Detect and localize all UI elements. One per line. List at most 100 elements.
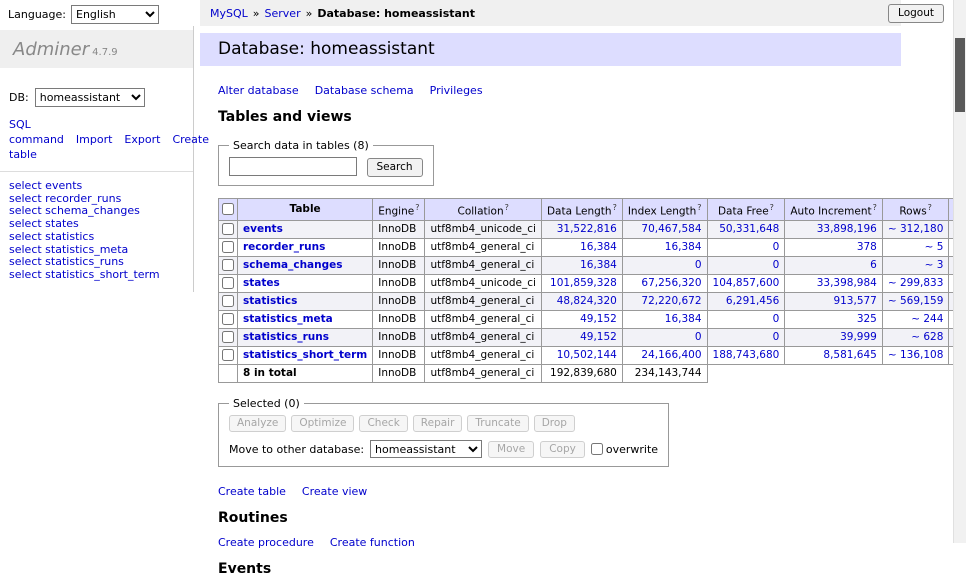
select-all-checkbox[interactable]: [222, 203, 234, 215]
overwrite-control[interactable]: overwrite: [591, 443, 658, 456]
auto-increment-link[interactable]: 33,398,984: [817, 277, 877, 289]
index-length-link[interactable]: 16,384: [665, 313, 702, 325]
db-link[interactable]: Privileges: [430, 84, 483, 97]
auto-increment-cell: 8,581,645: [785, 347, 883, 365]
create-link[interactable]: Create table: [218, 485, 286, 498]
row-checkbox[interactable]: [222, 313, 234, 325]
search-button[interactable]: Search: [367, 158, 423, 177]
tables-heading: Tables and views: [218, 109, 901, 125]
table-name-link[interactable]: recorder_runs: [243, 241, 325, 253]
index-length-link[interactable]: 72,220,672: [641, 295, 701, 307]
data-free-link[interactable]: 0: [773, 259, 780, 271]
data-free-link[interactable]: 6,291,456: [726, 295, 779, 307]
index-length-link[interactable]: 0: [695, 331, 702, 343]
auto-increment-link[interactable]: 378: [857, 241, 877, 253]
repair-button[interactable]: Repair: [413, 415, 463, 432]
row-checkbox[interactable]: [222, 259, 234, 271]
auto-increment-link[interactable]: 39,999: [840, 331, 877, 343]
auto-increment-link[interactable]: 6: [870, 259, 877, 271]
index-length-link[interactable]: 16,384: [665, 241, 702, 253]
collation-cell: utf8mb4_general_ci: [425, 293, 541, 311]
data-length-link[interactable]: 101,859,328: [550, 277, 617, 289]
selected-legend: Selected (0): [229, 397, 304, 410]
breadcrumb-link[interactable]: Server: [265, 7, 301, 20]
data-free-cell: 188,743,680: [707, 347, 785, 365]
auto-increment-link[interactable]: 8,581,645: [823, 349, 876, 361]
row-checkbox[interactable]: [222, 295, 234, 307]
breadcrumb-link[interactable]: MySQL: [210, 7, 248, 20]
row-checkbox[interactable]: [222, 277, 234, 289]
data-free-link[interactable]: 0: [773, 313, 780, 325]
rows-link[interactable]: ~ 3: [925, 259, 944, 271]
truncate-button[interactable]: Truncate: [467, 415, 528, 432]
drop-button[interactable]: Drop: [534, 415, 575, 432]
auto-increment-link[interactable]: 913,577: [833, 295, 876, 307]
create-link[interactable]: Create view: [302, 485, 367, 498]
rows-link[interactable]: ~ 5: [925, 241, 944, 253]
data-free-link[interactable]: 104,857,600: [713, 277, 780, 289]
check-button[interactable]: Check: [359, 415, 407, 432]
data-length-link[interactable]: 31,522,816: [557, 223, 617, 235]
data-length-link[interactable]: 16,384: [580, 259, 617, 271]
table-name-link[interactable]: events: [243, 223, 283, 235]
column-header: Data Free?: [707, 198, 785, 221]
rows-link[interactable]: ~ 312,180: [888, 223, 944, 235]
table-name-link[interactable]: statistics: [243, 295, 297, 307]
row-checkbox[interactable]: [222, 223, 234, 235]
overwrite-checkbox[interactable]: [591, 443, 603, 455]
logout-button[interactable]: Logout: [888, 4, 944, 23]
table-name-link[interactable]: states: [243, 277, 280, 289]
row-checkbox[interactable]: [222, 241, 234, 253]
table-header-row: TableEngine?Collation?Data Length?Index …: [219, 198, 966, 221]
table-name-link[interactable]: schema_changes: [243, 259, 343, 271]
move-button[interactable]: Move: [488, 441, 534, 458]
auto-increment-link[interactable]: 325: [857, 313, 877, 325]
copy-button[interactable]: Copy: [540, 441, 585, 458]
index-length-link[interactable]: 24,166,400: [641, 349, 701, 361]
rows-link[interactable]: ~ 569,159: [888, 295, 944, 307]
data-length-link[interactable]: 49,152: [580, 313, 617, 325]
total-engine: InnoDB: [373, 365, 425, 383]
rows-cell: ~ 5: [882, 239, 949, 257]
language-select[interactable]: English: [71, 5, 159, 24]
db-link[interactable]: Database schema: [315, 84, 414, 97]
sidebar-table-link[interactable]: select statistics_short_term: [9, 269, 184, 282]
rows-link[interactable]: ~ 136,108: [888, 349, 944, 361]
data-free-link[interactable]: 0: [773, 241, 780, 253]
db-label: DB:: [9, 91, 29, 104]
data-free-link[interactable]: 0: [773, 331, 780, 343]
vertical-scrollbar[interactable]: [953, 0, 966, 543]
row-checkbox[interactable]: [222, 331, 234, 343]
move-db-select[interactable]: homeassistant: [370, 440, 482, 458]
data-free-link[interactable]: 188,743,680: [713, 349, 780, 361]
scrollbar-thumb[interactable]: [955, 38, 965, 112]
rows-link[interactable]: ~ 299,833: [888, 277, 944, 289]
index-length-link[interactable]: 67,256,320: [641, 277, 701, 289]
db-select[interactable]: homeassistant: [35, 88, 145, 107]
data-length-link[interactable]: 10,502,144: [557, 349, 617, 361]
index-length-link[interactable]: 70,467,584: [641, 223, 701, 235]
sidebar-table-link[interactable]: select statistics: [9, 231, 184, 244]
data-length-link[interactable]: 48,824,320: [557, 295, 617, 307]
index-length-link[interactable]: 0: [695, 259, 702, 271]
data-length-link[interactable]: 49,152: [580, 331, 617, 343]
data-length-link[interactable]: 16,384: [580, 241, 617, 253]
column-header: Rows?: [882, 198, 949, 221]
table-name-link[interactable]: statistics_short_term: [243, 349, 367, 361]
auto-increment-link[interactable]: 33,898,196: [817, 223, 877, 235]
table-name-link[interactable]: statistics_meta: [243, 313, 333, 325]
sidebar-action-link[interactable]: Export: [124, 133, 160, 146]
optimize-button[interactable]: Optimize: [291, 415, 354, 432]
sidebar-table-link[interactable]: select events: [9, 180, 184, 193]
analyze-button[interactable]: Analyze: [229, 415, 286, 432]
rows-link[interactable]: ~ 628: [911, 331, 943, 343]
sidebar-action-link[interactable]: Import: [76, 133, 113, 146]
data-free-link[interactable]: 50,331,648: [719, 223, 779, 235]
rows-link[interactable]: ~ 244: [911, 313, 943, 325]
table-name-link[interactable]: statistics_runs: [243, 331, 329, 343]
search-input[interactable]: [229, 157, 357, 176]
sidebar-table-link[interactable]: select states: [9, 218, 184, 231]
row-checkbox[interactable]: [222, 349, 234, 361]
sidebar-action-link[interactable]: SQL command: [9, 118, 64, 146]
db-link[interactable]: Alter database: [218, 84, 299, 97]
